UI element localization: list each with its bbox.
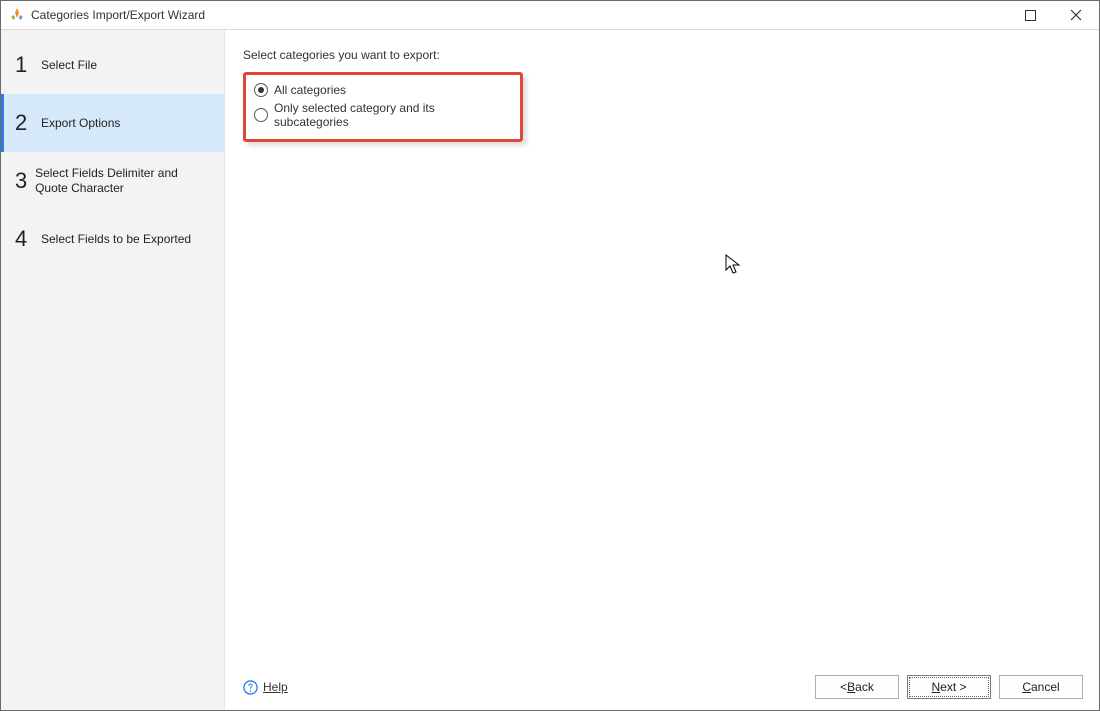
help-label: Help <box>263 680 288 694</box>
titlebar: Categories Import/Export Wizard <box>1 1 1099 30</box>
radio-icon <box>254 83 268 97</box>
wizard-step-4[interactable]: 4Select Fields to be Exported <box>1 210 224 268</box>
step-number: 4 <box>15 226 39 252</box>
wizard-step-3[interactable]: 3Select Fields Delimiter and Quote Chara… <box>1 152 224 210</box>
step-label: Select Fields Delimiter and Quote Charac… <box>33 166 212 196</box>
radio-label: Only selected category and its subcatego… <box>274 101 510 129</box>
export-prompt: Select categories you want to export: <box>243 48 1079 62</box>
radio-icon <box>254 108 268 122</box>
mouse-cursor-icon <box>725 254 743 276</box>
wizard-window: Categories Import/Export Wizard 1Select … <box>0 0 1100 711</box>
help-link[interactable]: Help <box>243 680 288 695</box>
step-number: 3 <box>15 168 33 194</box>
radio-selected-category[interactable]: Only selected category and its subcatego… <box>250 99 510 131</box>
wizard-step-2[interactable]: 2Export Options <box>1 94 224 152</box>
window-title: Categories Import/Export Wizard <box>31 8 205 22</box>
step-label: Select Fields to be Exported <box>39 232 191 247</box>
wizard-step-1[interactable]: 1Select File <box>1 36 224 94</box>
window-controls <box>1007 1 1099 29</box>
maximize-button[interactable] <box>1007 1 1053 29</box>
export-scope-options: All categories Only selected category and… <box>243 72 523 142</box>
cancel-button[interactable]: Cancel <box>999 675 1083 699</box>
step-label: Export Options <box>39 116 120 131</box>
wizard-footer: Help < Back Next > Cancel <box>225 664 1099 710</box>
back-button[interactable]: < Back <box>815 675 899 699</box>
wizard-body: 1Select File2Export Options3Select Field… <box>1 30 1099 710</box>
close-icon <box>1070 9 1082 21</box>
export-options-panel: Select categories you want to export: Al… <box>225 30 1099 664</box>
radio-all-categories[interactable]: All categories <box>250 81 510 99</box>
wizard-content: Select categories you want to export: Al… <box>225 30 1099 710</box>
step-number: 1 <box>15 52 39 78</box>
step-label: Select File <box>39 58 97 73</box>
wizard-steps-sidebar: 1Select File2Export Options3Select Field… <box>1 30 225 710</box>
radio-label: All categories <box>274 83 346 97</box>
help-icon <box>243 680 258 695</box>
maximize-icon <box>1025 10 1036 21</box>
app-icon <box>9 7 25 23</box>
next-button[interactable]: Next > <box>907 675 991 699</box>
step-number: 2 <box>15 110 39 136</box>
close-button[interactable] <box>1053 1 1099 29</box>
